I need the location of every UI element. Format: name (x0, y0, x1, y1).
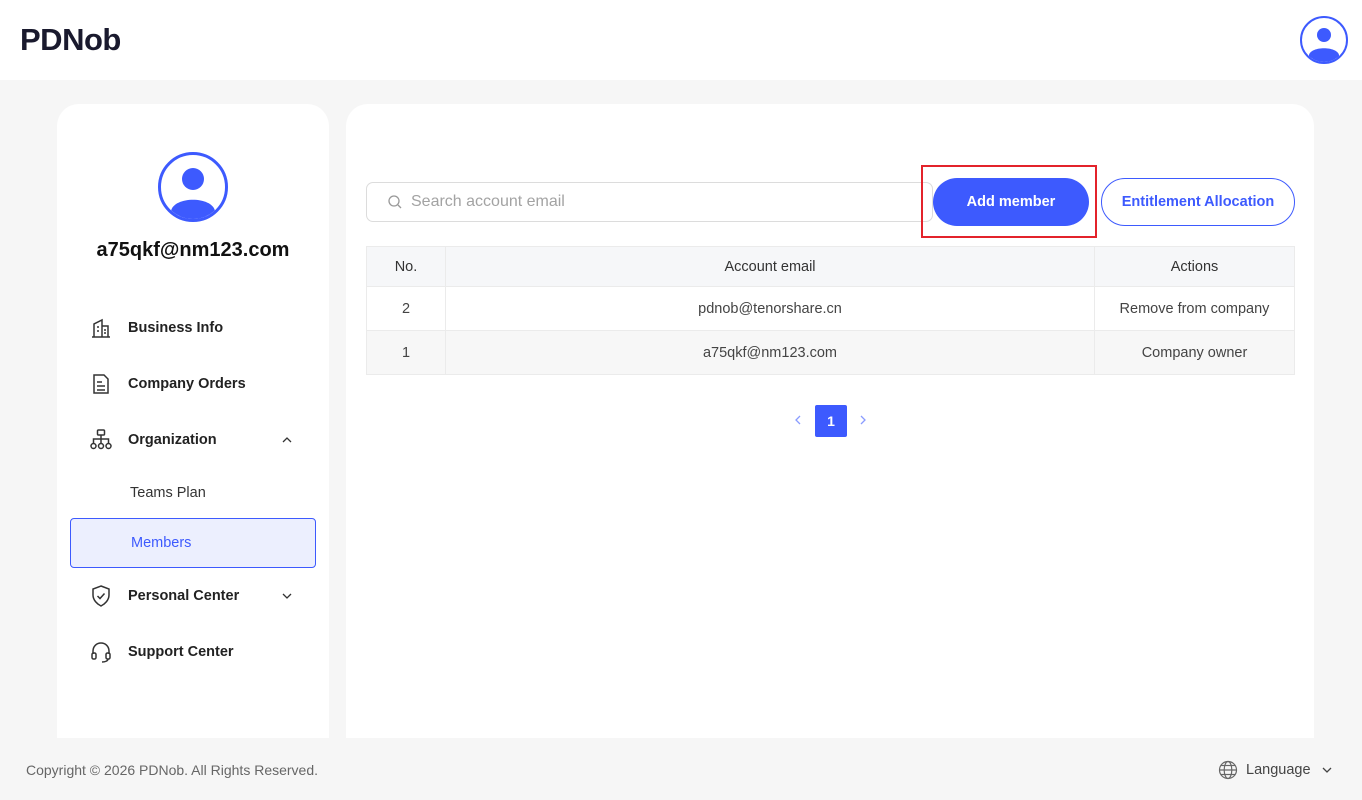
sidebar-item-business-info[interactable]: Business Info (89, 310, 309, 346)
sidebar-item-support-center[interactable]: Support Center (89, 634, 309, 670)
sidebar-item-label: Personal Center (128, 588, 240, 604)
sidebar-subitem-label: Members (131, 535, 192, 551)
search-box[interactable] (366, 182, 933, 222)
logo[interactable]: PDNob (20, 22, 121, 58)
pagination: 1 (346, 405, 1314, 437)
footer: Copyright © 2026 PDNob. All Rights Reser… (0, 738, 1362, 800)
account-email: a75qkf@nm123.com (96, 239, 290, 261)
chevron-down-icon (282, 593, 292, 599)
main-panel: Add member Entitlement Allocation No. Ac… (346, 104, 1314, 744)
sidebar-item-company-orders[interactable]: Company Orders (89, 366, 309, 402)
table-row: 2 pdnob@tenorshare.cn Remove from compan… (366, 286, 1295, 331)
row-number: 1 (366, 330, 446, 375)
sidebar-subitem-teams-plan[interactable]: Teams Plan (130, 485, 206, 501)
headset-icon (89, 640, 113, 664)
row-number: 2 (366, 286, 446, 331)
chevron-up-icon (282, 437, 292, 443)
sidebar-item-label: Business Info (128, 320, 224, 336)
prev-page-icon[interactable] (791, 413, 805, 427)
profile-avatar-icon (158, 152, 228, 222)
search-icon (388, 195, 402, 209)
column-header-actions: Actions (1094, 246, 1295, 287)
remove-from-company-link[interactable]: Remove from company (1094, 286, 1295, 331)
column-header-email: Account email (445, 246, 1095, 287)
top-bar: PDNob (0, 0, 1362, 80)
members-table: No. Account email Actions 2 pdnob@tenors… (366, 246, 1295, 375)
language-label: Language (1246, 762, 1311, 778)
highlight-box (921, 165, 1097, 238)
table-header-row: No. Account email Actions (366, 246, 1295, 287)
sidebar-item-organization[interactable]: Organization (89, 422, 309, 458)
row-email: pdnob@tenorshare.cn (445, 286, 1095, 331)
chevron-down-icon (1322, 767, 1331, 773)
user-avatar-icon[interactable] (1300, 16, 1348, 64)
document-icon (89, 372, 113, 396)
sidebar-subitem-members[interactable]: Members (70, 518, 316, 568)
building-icon (89, 316, 113, 340)
sidebar-item-label: Support Center (128, 644, 234, 660)
sidebar-item-label: Company Orders (128, 376, 246, 392)
column-header-no: No. (366, 246, 446, 287)
entitlement-allocation-button[interactable]: Entitlement Allocation (1101, 178, 1295, 226)
search-input[interactable] (411, 193, 911, 211)
shield-check-icon (89, 584, 113, 608)
sidebar-item-label: Organization (128, 432, 217, 448)
copyright-text: Copyright © 2026 PDNob. All Rights Reser… (26, 762, 319, 778)
row-email: a75qkf@nm123.com (445, 330, 1095, 375)
next-page-icon[interactable] (856, 413, 870, 427)
table-row: 1 a75qkf@nm123.com Company owner (366, 330, 1295, 375)
globe-icon (1218, 760, 1238, 780)
org-chart-icon (89, 428, 113, 452)
language-selector[interactable]: Language (1218, 760, 1333, 780)
owner-label: Company owner (1094, 330, 1295, 375)
sidebar-item-personal-center[interactable]: Personal Center (89, 578, 309, 614)
page-number-current[interactable]: 1 (815, 405, 847, 437)
sidebar: a75qkf@nm123.com Business Info Company O… (57, 104, 329, 744)
